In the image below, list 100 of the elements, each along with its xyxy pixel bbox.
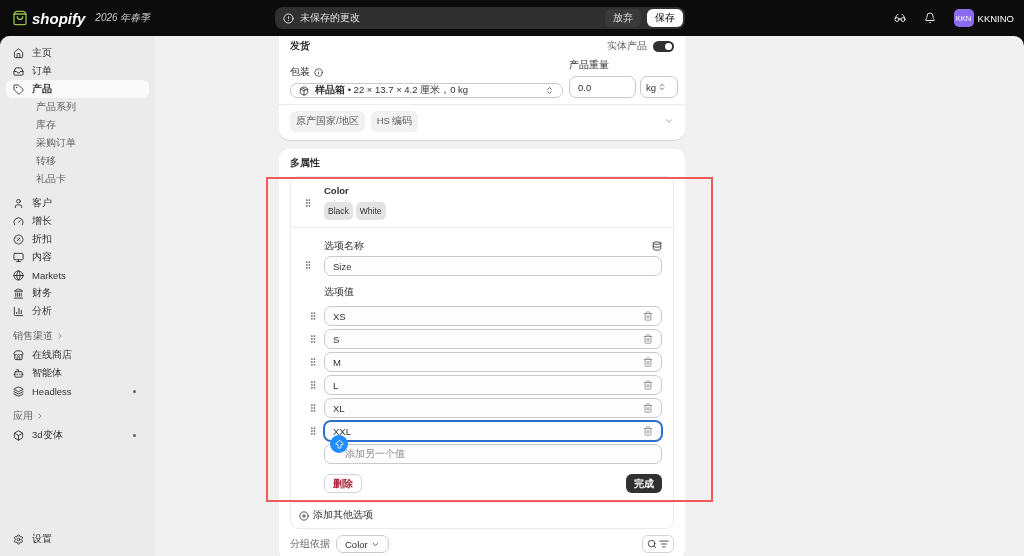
option-value-input[interactable]: S (324, 329, 662, 349)
settings-icon (13, 533, 24, 545)
chevron-icon (36, 412, 44, 420)
sidebar-item[interactable]: 折扣 (6, 230, 149, 248)
option-value-input[interactable]: M (324, 352, 662, 372)
sidebar-item[interactable]: 财务 (6, 284, 149, 302)
sidebar-item[interactable]: 智能体 (6, 364, 149, 382)
option-value-input[interactable]: XS (324, 306, 662, 326)
customs-chip[interactable]: 原产国家/地区 (290, 111, 365, 132)
toggle-label: 实体产品 (607, 40, 647, 53)
field-label: 包装 (290, 66, 310, 79)
globe-icon (13, 269, 24, 281)
sidebar-item[interactable]: 客户 (6, 194, 149, 212)
section-heading[interactable]: 销售渠道 (6, 326, 149, 346)
store-icon (13, 349, 24, 361)
settings-item[interactable]: 设置 (6, 530, 149, 548)
gauge-icon (13, 215, 24, 227)
trash-icon[interactable] (643, 357, 653, 367)
option-value-input[interactable]: L (324, 375, 662, 395)
person-icon (13, 197, 24, 209)
trash-icon[interactable] (643, 311, 653, 321)
sidebar-item[interactable]: 主页 (6, 44, 149, 62)
add-value-input[interactable]: 添加另一个值 (324, 444, 662, 464)
robot-icon (13, 367, 24, 379)
app-icon (13, 429, 24, 441)
user-name[interactable]: KKNINO (977, 12, 1014, 24)
edition-label: 2026 年春季 (95, 11, 151, 25)
physical-toggle[interactable] (653, 41, 674, 52)
add-option-link[interactable]: 添加其他选项 (291, 502, 673, 528)
discount-icon (13, 233, 24, 245)
discard-button[interactable]: 放弃 (605, 9, 642, 27)
card-title: 发货 (290, 40, 310, 53)
sidebar-item[interactable]: 内容 (6, 248, 149, 266)
weight-input[interactable]: 0.0 (569, 76, 636, 98)
sidebar-subitem[interactable]: 礼品卡 (6, 170, 149, 188)
option-name: Color (324, 185, 350, 196)
option-name-input[interactable]: Size (324, 256, 662, 276)
field-label: 产品重量 (569, 59, 610, 72)
option-value-input[interactable]: XXL (324, 421, 662, 441)
bar-chart-icon (13, 305, 24, 317)
unit-select[interactable]: kg (640, 76, 678, 98)
drag-handle-icon (308, 334, 318, 344)
layers-icon (13, 385, 24, 397)
unsaved-message: 未保存的更改 (300, 11, 362, 25)
chevrons-icon (545, 86, 554, 95)
plus-circle-icon (299, 510, 309, 521)
bank-icon (13, 287, 24, 299)
done-button[interactable]: 完成 (626, 474, 662, 493)
sidebar-item[interactable]: 增长 (6, 212, 149, 230)
drag-handle-icon (308, 380, 318, 390)
alert-icon (283, 12, 295, 24)
filter-icon (659, 539, 669, 549)
save-button[interactable]: 保存 (647, 9, 684, 27)
search-icon (647, 539, 657, 549)
chevrons-icon (658, 83, 667, 91)
assistant-icon[interactable] (893, 12, 906, 24)
drag-handle-icon (303, 260, 313, 270)
sidebar-item[interactable]: 3d变体 (6, 426, 149, 444)
sidebar-subitem[interactable]: 采购订单 (6, 134, 149, 152)
trash-icon[interactable] (643, 426, 653, 436)
info-icon (314, 68, 323, 77)
sidebar-item[interactable]: 分析 (6, 302, 149, 320)
customs-chip[interactable]: HS 编码 (370, 111, 419, 132)
drag-handle-icon (308, 426, 318, 436)
option-value-tag: Black (324, 202, 353, 220)
sidebar-item[interactable]: Markets (6, 266, 149, 284)
search-filter-button[interactable] (642, 535, 674, 553)
sidebar-item[interactable]: 订单 (6, 62, 149, 80)
option-value-input[interactable]: XL (324, 398, 662, 418)
group-by-label: 分组依据 (290, 537, 330, 551)
package-select[interactable]: 样品箱 • 22 × 13.7 × 4.2 厘米，0 kg (290, 83, 563, 98)
drag-handle-icon (308, 403, 318, 413)
drag-handle-icon (308, 311, 318, 321)
package-icon (299, 85, 309, 96)
trash-icon[interactable] (643, 403, 653, 413)
sidebar-item[interactable]: Headless (6, 382, 149, 400)
field-label: 选项值 (324, 286, 355, 299)
field-label: 选项名称 (324, 240, 364, 253)
monitor-icon (13, 251, 24, 263)
notification-icon[interactable] (923, 12, 936, 24)
inbox-icon (13, 65, 24, 77)
sidebar-item[interactable]: 在线商店 (6, 346, 149, 364)
chevron-icon (56, 332, 64, 340)
sidebar-subitem[interactable]: 库存 (6, 116, 149, 134)
tag-icon (13, 83, 24, 95)
sidebar-subitem[interactable]: 转移 (6, 152, 149, 170)
drag-handle-icon (308, 357, 318, 367)
section-heading[interactable]: 应用 (6, 406, 149, 426)
sidebar-subitem[interactable]: 产品系列 (6, 98, 149, 116)
card-title: 多属性 (290, 157, 321, 170)
database-icon (652, 240, 662, 251)
option-value-tag: White (355, 202, 386, 220)
sidebar-item[interactable]: 产品 (6, 80, 149, 98)
delete-button[interactable]: 删除 (324, 474, 362, 493)
brand-name: shopify (32, 9, 86, 27)
trash-icon[interactable] (643, 380, 653, 390)
home-icon (13, 47, 24, 59)
drag-handle-icon (303, 197, 313, 208)
trash-icon[interactable] (643, 334, 653, 344)
group-by-select[interactable]: Color (336, 535, 389, 553)
